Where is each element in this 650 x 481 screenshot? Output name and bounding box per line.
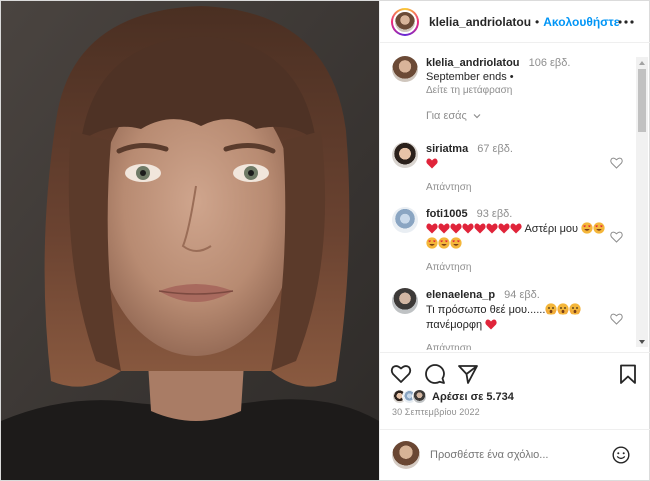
likes-count[interactable]: Αρέσει σε 5.734 xyxy=(432,391,514,403)
comment-item: foti1005 93 εβδ. Αστέρι μου Απάντηση xyxy=(392,207,635,275)
red-heart-emoji-icon xyxy=(438,223,450,234)
red-heart-emoji-icon xyxy=(462,223,474,234)
heart-eyes-emoji-icon xyxy=(426,237,438,249)
caption-time[interactable]: 106 εβδ. xyxy=(529,57,571,69)
bookmark-icon[interactable] xyxy=(617,363,639,385)
comment-text: Αστέρι μου xyxy=(426,222,611,252)
caption-username[interactable]: klelia_andriolatou xyxy=(426,57,520,69)
reply-button[interactable]: Απάντηση xyxy=(426,341,611,350)
comment-text-line1: Τι πρόσωπο θεέ μου...... xyxy=(426,304,546,316)
scroll-up-arrow-icon[interactable] xyxy=(639,61,645,65)
heart-eyes-emoji-icon xyxy=(593,222,605,234)
see-translation-link[interactable]: Δείτε τη μετάφραση xyxy=(426,84,570,98)
current-user-avatar xyxy=(392,441,420,469)
comment-time[interactable]: 93 εβδ. xyxy=(477,208,513,220)
face-hands-emoji-icon xyxy=(557,303,570,315)
face-hands-emoji-icon xyxy=(545,303,558,315)
caption-avatar[interactable] xyxy=(392,56,418,82)
red-heart-emoji-icon xyxy=(510,223,522,234)
author-avatar[interactable] xyxy=(391,7,419,36)
header-separator: • xyxy=(535,14,540,29)
comment-text-line2: πανέμορφη xyxy=(426,319,483,331)
post-date[interactable]: 30 Σεπτεμβρίου 2022 xyxy=(392,407,480,417)
comment-bubble-icon[interactable] xyxy=(424,363,446,385)
reply-button[interactable]: Απάντηση xyxy=(426,260,611,275)
likes-summary[interactable]: Αρέσει σε 5.734 xyxy=(392,389,514,404)
heart-outline-icon[interactable] xyxy=(390,363,412,385)
smiley-face-icon[interactable] xyxy=(612,446,630,464)
post-side-panel: klelia_andriolatou • Ακολουθήστε klelia_… xyxy=(379,1,650,480)
comments-scrollbar[interactable] xyxy=(636,57,648,347)
chevron-down-icon xyxy=(473,114,481,119)
comment-username[interactable]: foti1005 xyxy=(426,208,468,220)
comment-text: Τι πρόσωπο θεέ μου...... πανέμορφη xyxy=(426,303,611,333)
comment-like-heart-icon[interactable] xyxy=(610,157,623,169)
heart-eyes-emoji-icon xyxy=(438,237,450,249)
comment-username[interactable]: siriatma xyxy=(426,143,468,155)
scroll-down-arrow-icon[interactable] xyxy=(639,340,645,344)
comment-avatar[interactable] xyxy=(392,207,418,233)
more-horizontal-icon[interactable] xyxy=(618,15,634,29)
comments-list: klelia_andriolatou 106 εβδ. September en… xyxy=(380,44,635,350)
comment-item: siriatma 67 εβδ. Απάντηση xyxy=(392,142,635,195)
post-caption: klelia_andriolatou 106 εβδ. September en… xyxy=(392,56,570,98)
comment-time[interactable]: 94 εβδ. xyxy=(504,289,540,301)
red-heart-emoji-icon xyxy=(486,223,498,234)
face-hands-emoji-icon xyxy=(569,303,582,315)
caption-text: September ends • xyxy=(426,71,514,83)
red-heart-emoji-icon xyxy=(474,223,486,234)
add-comment-input[interactable] xyxy=(430,449,610,461)
post-action-bar xyxy=(380,352,650,392)
heart-eyes-emoji-icon xyxy=(450,237,462,249)
comment-item: elenaelena_p 94 εβδ. Τι πρόσωπο θεέ μου.… xyxy=(392,288,635,350)
comment-avatar[interactable] xyxy=(392,142,418,168)
scroll-thumb[interactable] xyxy=(638,69,646,132)
red-heart-emoji-icon xyxy=(426,223,438,234)
heart-eyes-emoji-icon xyxy=(581,222,593,234)
portrait-image xyxy=(1,1,379,480)
comment-text xyxy=(426,157,611,172)
comment-like-heart-icon[interactable] xyxy=(610,313,623,325)
post-header: klelia_andriolatou • Ακολουθήστε xyxy=(380,1,650,43)
add-comment-bar xyxy=(380,429,650,480)
liker-avatar xyxy=(412,389,427,404)
comment-filter-dropdown[interactable]: Για εσάς xyxy=(426,110,481,122)
comment-username[interactable]: elenaelena_p xyxy=(426,289,495,301)
red-heart-emoji-icon xyxy=(485,319,497,330)
post-photo[interactable] xyxy=(1,1,379,480)
comment-text-words: Αστέρι μου xyxy=(524,223,579,235)
comment-time[interactable]: 67 εβδ. xyxy=(477,143,513,155)
post-dialog: klelia_andriolatou • Ακολουθήστε klelia_… xyxy=(0,0,650,481)
comment-avatar[interactable] xyxy=(392,288,418,314)
reply-button[interactable]: Απάντηση xyxy=(426,180,611,195)
follow-button[interactable]: Ακολουθήστε xyxy=(543,15,619,29)
red-heart-emoji-icon xyxy=(426,158,438,169)
author-avatar-image xyxy=(393,9,417,34)
comment-filter-label: Για εσάς xyxy=(426,110,467,122)
red-heart-emoji-icon xyxy=(498,223,510,234)
red-heart-emoji-icon xyxy=(450,223,462,234)
author-username[interactable]: klelia_andriolatou xyxy=(429,15,531,29)
paper-plane-icon[interactable] xyxy=(457,363,479,385)
comment-like-heart-icon[interactable] xyxy=(610,231,623,243)
